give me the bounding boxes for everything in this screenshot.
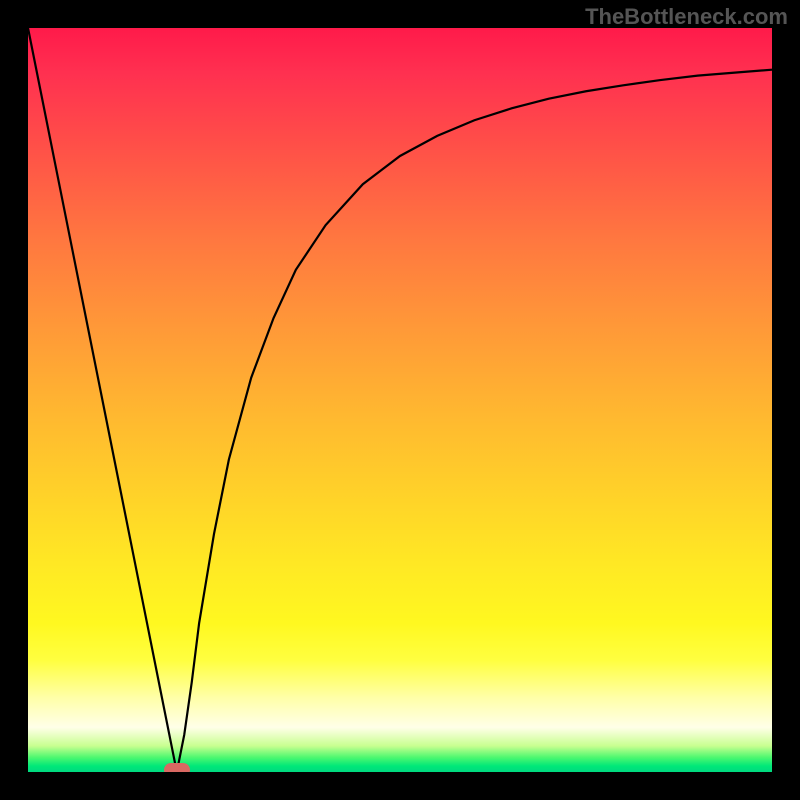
plot-area	[28, 28, 772, 772]
curve-svg	[28, 28, 772, 772]
watermark-text: TheBottleneck.com	[585, 4, 788, 30]
bottleneck-curve	[28, 28, 772, 772]
minimum-marker	[164, 763, 190, 772]
